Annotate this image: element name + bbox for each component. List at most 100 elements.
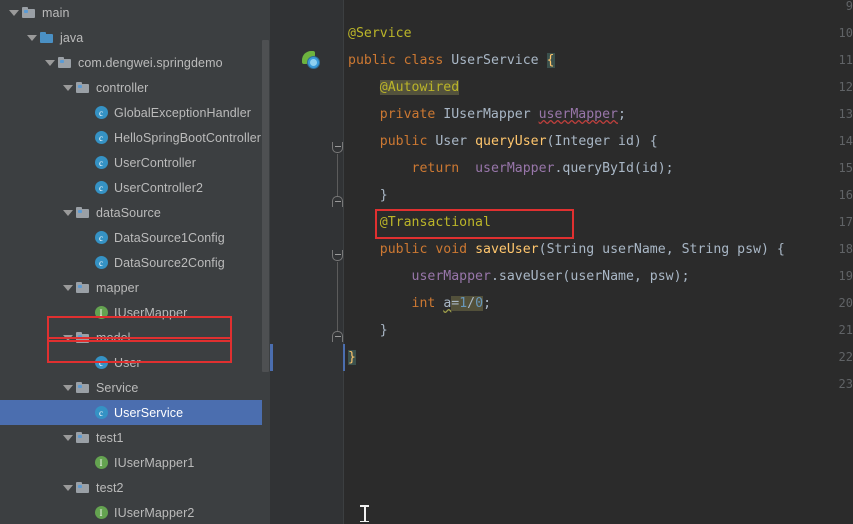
chevron-down-icon[interactable] <box>62 282 73 293</box>
fold-end-marker[interactable] <box>332 196 345 209</box>
editor-area[interactable]: 9 10 11 12 13 14 15 16 17 18 19 20 21 22 23 @Service pu… <box>270 0 853 524</box>
tree-node-usercontroller2[interactable]: UserController2 <box>0 175 270 200</box>
tree-no-arrow <box>80 232 91 243</box>
tree-node-label: IUserMapper1 <box>114 455 195 470</box>
tree-node-label: dataSource <box>96 205 161 220</box>
tree-node-globalexceptionhandler[interactable]: GlobalExceptionHandler <box>0 100 270 125</box>
tree-node-service[interactable]: Service <box>0 375 270 400</box>
code-line-11[interactable]: public class UserService { <box>348 47 555 74</box>
chevron-down-icon[interactable] <box>62 82 73 93</box>
tree-node-label: main <box>42 5 70 20</box>
spring-bean-gutter-icon[interactable] <box>302 51 321 70</box>
line-number: 20 <box>838 296 853 310</box>
line-number: 19 <box>838 269 853 283</box>
tree-node-label: IUserMapper2 <box>114 505 195 520</box>
fold-guide-line <box>337 262 338 331</box>
fold-start-marker[interactable] <box>332 250 345 263</box>
chevron-down-icon[interactable] <box>62 332 73 343</box>
java-interface-icon <box>93 505 109 521</box>
java-class-icon <box>93 130 109 146</box>
java-class-icon <box>93 105 109 121</box>
fold-start-marker[interactable] <box>332 142 345 155</box>
tree-node-main[interactable]: main <box>0 0 270 25</box>
line-number: 21 <box>838 323 853 337</box>
tree-node-datasource[interactable]: dataSource <box>0 200 270 225</box>
line-number: 9 <box>845 0 853 13</box>
line-number: 22 <box>838 350 853 364</box>
line-number: 10 <box>838 26 853 40</box>
code-line-10[interactable]: @Service <box>348 20 412 47</box>
tree-node-usercontroller[interactable]: UserController <box>0 150 270 175</box>
line-number: 23 <box>838 377 853 391</box>
line-number: 12 <box>838 80 853 94</box>
tree-no-arrow <box>80 357 91 368</box>
tree-node-iusermapper[interactable]: IUserMapper <box>0 300 270 325</box>
tree-node-mapper[interactable]: mapper <box>0 275 270 300</box>
code-line-19[interactable]: userMapper.saveUser(userName, psw); <box>348 263 690 290</box>
code-line-12[interactable]: @Autowired <box>348 74 460 101</box>
code-line-16[interactable]: } <box>348 182 388 209</box>
project-tool-window[interactable]: main java com.dengwei.springdemo controller… <box>0 0 270 524</box>
line-number: 16 <box>838 188 853 202</box>
line-number: 17 <box>838 215 853 229</box>
tree-no-arrow <box>80 457 91 468</box>
ide-window: main java com.dengwei.springdemo controller… <box>0 0 853 524</box>
java-class-icon <box>93 180 109 196</box>
code-line-13[interactable]: private IUserMapper userMapper; <box>348 101 626 128</box>
tree-node-label: UserController <box>114 155 196 170</box>
fold-end-marker[interactable] <box>332 331 345 344</box>
tree-no-arrow <box>80 257 91 268</box>
code-line-20[interactable]: int a=1/0; <box>348 290 491 317</box>
tree-node-iusermapper1[interactable]: IUserMapper1 <box>0 450 270 475</box>
tree-node-com-dengwei-springdemo[interactable]: com.dengwei.springdemo <box>0 50 270 75</box>
tree-node-label: DataSource2Config <box>114 255 225 270</box>
java-interface-icon <box>93 455 109 471</box>
tree-node-iusermapper2[interactable]: IUserMapper2 <box>0 500 270 524</box>
tree-node-user[interactable]: User <box>0 350 270 375</box>
code-line-15[interactable]: return userMapper.queryById(id); <box>348 155 674 182</box>
code-line-17[interactable]: @Transactional <box>348 209 491 236</box>
tree-node-java[interactable]: java <box>0 25 270 50</box>
text-ibeam-cursor <box>360 504 369 523</box>
package-folder-icon <box>75 430 91 446</box>
tree-node-controller[interactable]: controller <box>0 75 270 100</box>
tree-no-arrow <box>80 107 91 118</box>
fold-guide-line <box>337 154 338 196</box>
sidebar-scrollbar-thumb[interactable] <box>262 40 269 372</box>
tree-node-label: HelloSpringBootController <box>114 130 262 145</box>
code-line-14[interactable]: public User queryUser(Integer id) { <box>348 128 658 155</box>
tree-node-label: controller <box>96 80 149 95</box>
sidebar-scrollbar-track[interactable] <box>262 0 270 524</box>
chevron-down-icon[interactable] <box>62 382 73 393</box>
line-number: 11 <box>838 53 853 67</box>
tree-no-arrow <box>80 507 91 518</box>
fold-marker-shape <box>332 142 343 153</box>
tree-no-arrow <box>80 182 91 193</box>
tree-node-label: DataSource1Config <box>114 230 225 245</box>
tree-node-datasource2config[interactable]: DataSource2Config <box>0 250 270 275</box>
code-line-21[interactable]: } <box>348 317 388 344</box>
tree-node-label: Service <box>96 380 139 395</box>
chevron-down-icon[interactable] <box>62 432 73 443</box>
java-class-icon <box>93 255 109 271</box>
fold-marker-shape <box>332 250 343 261</box>
tree-node-test1[interactable]: test1 <box>0 425 270 450</box>
chevron-down-icon[interactable] <box>44 57 55 68</box>
tree-node-datasource1config[interactable]: DataSource1Config <box>0 225 270 250</box>
chevron-down-icon[interactable] <box>62 207 73 218</box>
tree-node-test2[interactable]: test2 <box>0 475 270 500</box>
line-number: 18 <box>838 242 853 256</box>
chevron-down-icon[interactable] <box>26 32 37 43</box>
package-folder-icon <box>75 280 91 296</box>
tree-node-hellospringbootcontroller[interactable]: HelloSpringBootController <box>0 125 270 150</box>
tree-node-userservice[interactable]: UserService <box>0 400 270 425</box>
tree-node-model[interactable]: model <box>0 325 270 350</box>
chevron-down-icon[interactable] <box>62 482 73 493</box>
code-line-18[interactable]: public void saveUser(String userName, St… <box>348 236 785 263</box>
tree-node-label: test1 <box>96 430 124 445</box>
tree-node-label: IUserMapper <box>114 305 188 320</box>
package-folder-icon <box>57 55 73 71</box>
fold-marker-shape <box>332 196 343 207</box>
code-line-22[interactable]: } <box>348 344 356 371</box>
chevron-down-icon[interactable] <box>8 7 19 18</box>
